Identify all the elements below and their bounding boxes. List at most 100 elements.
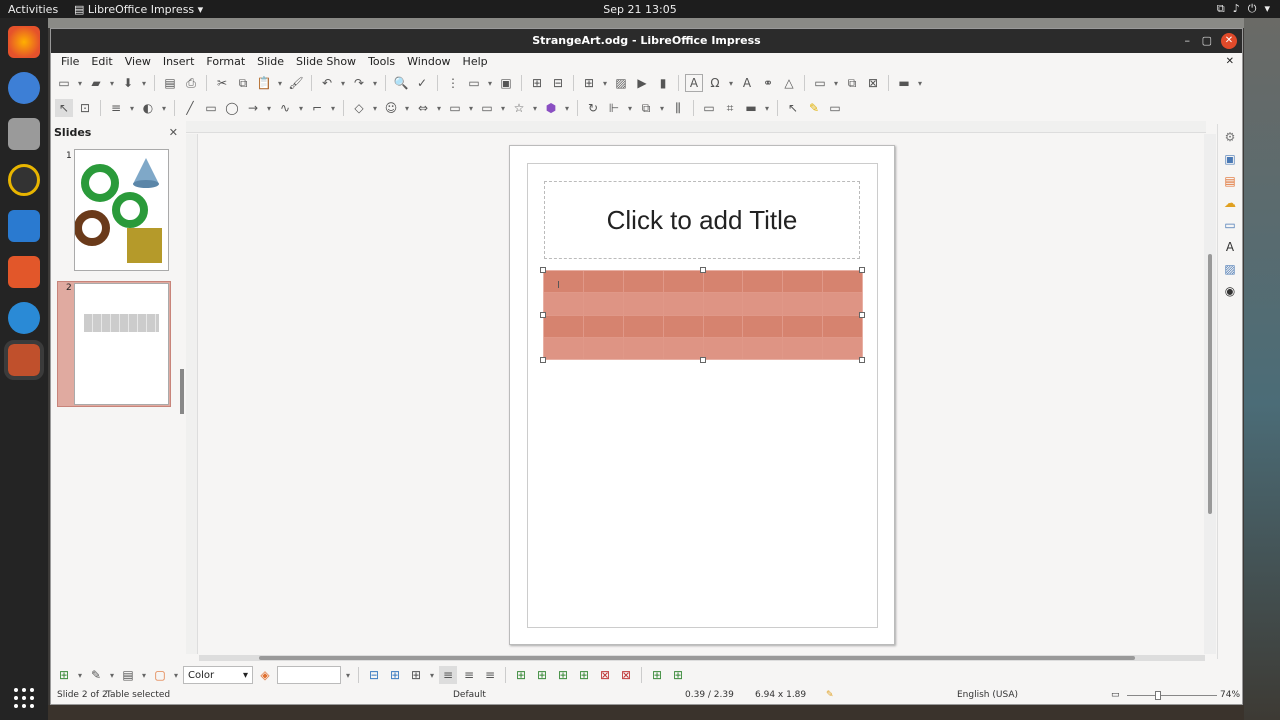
field-dropdown-icon[interactable]: ▾ <box>832 74 840 92</box>
table-cell[interactable] <box>544 337 583 359</box>
clone-formatting-icon[interactable]: 🖌 <box>287 74 305 92</box>
print-icon[interactable]: ⎙ <box>182 74 200 92</box>
resize-handle[interactable] <box>700 357 706 363</box>
table-icon[interactable]: ⊞ <box>55 666 73 684</box>
select-icon[interactable]: ↖ <box>55 99 73 117</box>
slide-thumbnail-2[interactable] <box>74 283 169 405</box>
table-cell[interactable] <box>823 315 862 337</box>
navigator-icon[interactable]: ◉ <box>1222 284 1238 300</box>
filter-icon[interactable]: ▬ <box>742 99 760 117</box>
table-cell[interactable] <box>783 337 823 359</box>
table-cell[interactable] <box>663 337 703 359</box>
connectors-icon[interactable]: ⌐ <box>308 99 326 117</box>
master-slide-icon[interactable]: ▣ <box>497 74 515 92</box>
align-icon[interactable]: ⊩ <box>605 99 623 117</box>
table-cell[interactable] <box>823 293 862 315</box>
show-draw-functions-icon[interactable]: △ <box>780 74 798 92</box>
table-properties-icon[interactable]: ⊞ <box>669 666 687 684</box>
fit-slide-icon[interactable]: ▭ <box>1111 690 1120 700</box>
image-icon[interactable]: ▨ <box>612 74 630 92</box>
menu-slide[interactable]: Slide <box>251 53 290 71</box>
menu-file[interactable]: File <box>55 53 85 71</box>
3d-dropdown-icon[interactable]: ▾ <box>563 99 571 117</box>
resize-handle[interactable] <box>540 267 546 273</box>
display-views-icon[interactable]: ▭ <box>465 74 483 92</box>
grid-icon[interactable]: ⋮ <box>444 74 462 92</box>
new-icon[interactable]: ▭ <box>55 74 73 92</box>
export-pdf-icon[interactable]: ▤ <box>161 74 179 92</box>
slide-thumbnail-1[interactable] <box>74 149 169 271</box>
redo-icon[interactable]: ↷ <box>350 74 368 92</box>
line-color-icon[interactable]: ≡ <box>107 99 125 117</box>
table-cell[interactable] <box>743 293 783 315</box>
menu-tools[interactable]: Tools <box>362 53 401 71</box>
open-icon[interactable]: ▰ <box>87 74 105 92</box>
insert-row-below-icon[interactable]: ⊞ <box>533 666 551 684</box>
thunderbird-icon[interactable] <box>8 72 40 104</box>
table-cell[interactable] <box>583 337 623 359</box>
chart-icon[interactable]: ▮ <box>654 74 672 92</box>
border-color-dropdown-icon[interactable]: ▾ <box>140 666 148 684</box>
table-cell[interactable] <box>703 315 743 337</box>
border-color-icon[interactable]: ▤ <box>119 666 137 684</box>
save-dropdown-icon[interactable]: ▾ <box>140 74 148 92</box>
impress-icon[interactable] <box>4 340 44 380</box>
border-style-icon[interactable]: ✎ <box>87 666 105 684</box>
optimize-dropdown-icon[interactable]: ▾ <box>428 666 436 684</box>
delete-column-icon[interactable]: ⊠ <box>617 666 635 684</box>
center-vertically-icon[interactable]: ≡ <box>460 666 478 684</box>
layout-dropdown-icon[interactable]: ▾ <box>916 74 924 92</box>
special-character-icon[interactable]: Ω <box>706 74 724 92</box>
ellipse-icon[interactable]: ◯ <box>223 99 241 117</box>
maximize-icon[interactable]: ▢ <box>1202 29 1212 53</box>
delete-slide-icon[interactable]: ⊠ <box>864 74 882 92</box>
show-apps-icon[interactable] <box>14 688 34 708</box>
table-cell[interactable] <box>783 315 823 337</box>
optimize-icon[interactable]: ⊞ <box>407 666 425 684</box>
insert-field-icon[interactable]: ▭ <box>811 74 829 92</box>
curves-dropdown-icon[interactable]: ▾ <box>297 99 305 117</box>
text-box-icon[interactable]: A <box>685 74 703 92</box>
firefox-icon[interactable] <box>8 26 40 58</box>
resize-handle[interactable] <box>859 312 865 318</box>
hyperlink-icon[interactable]: ⚭ <box>759 74 777 92</box>
close-pane-icon[interactable]: ✕ <box>169 126 178 139</box>
new-dropdown-icon[interactable]: ▾ <box>76 74 84 92</box>
paste-dropdown-icon[interactable]: ▾ <box>276 74 284 92</box>
fill-color-icon[interactable]: ◈ <box>256 666 274 684</box>
fontwork-icon[interactable]: A <box>738 74 756 92</box>
properties-icon[interactable]: ▣ <box>1222 152 1238 168</box>
table-cell[interactable] <box>703 271 743 293</box>
table-dropdown-icon[interactable]: ▾ <box>76 666 84 684</box>
align-top-icon[interactable]: ≡ <box>439 666 457 684</box>
paste-icon[interactable]: 📋 <box>255 74 273 92</box>
fill-color-dropdown-icon[interactable]: ▾ <box>160 99 168 117</box>
table-cell[interactable] <box>823 337 862 359</box>
table-cell[interactable] <box>623 271 663 293</box>
menu-window[interactable]: Window <box>401 53 456 71</box>
toggle-extrusion-icon[interactable]: ▭ <box>826 99 844 117</box>
fill-color-dropdown-icon[interactable]: ▾ <box>344 666 352 684</box>
resize-handle[interactable] <box>859 357 865 363</box>
table-cell[interactable] <box>623 337 663 359</box>
symbol-shapes-dropdown-icon[interactable]: ▾ <box>403 99 411 117</box>
zoom-level[interactable]: 74% <box>1220 690 1240 700</box>
fill-color-icon[interactable]: ◐ <box>139 99 157 117</box>
callouts-dropdown-icon[interactable]: ▾ <box>499 99 507 117</box>
symbol-shapes-icon[interactable]: ☺ <box>382 99 400 117</box>
horizontal-scrollbar[interactable] <box>199 655 1205 661</box>
table-cell[interactable] <box>743 337 783 359</box>
table-cell[interactable] <box>544 271 583 293</box>
language-status[interactable]: English (USA) <box>957 690 1018 700</box>
writer-icon[interactable] <box>8 210 40 242</box>
arrows-dropdown-icon[interactable]: ▾ <box>265 99 273 117</box>
crop-icon[interactable]: ⌗ <box>721 99 739 117</box>
area-style-select[interactable]: Color ▾ <box>183 666 253 684</box>
table-icon[interactable]: ⊞ <box>580 74 598 92</box>
menu-insert[interactable]: Insert <box>157 53 201 71</box>
title-placeholder[interactable]: Click to add Title <box>544 181 860 259</box>
table-cell[interactable] <box>623 293 663 315</box>
block-arrows-icon[interactable]: ⇔ <box>414 99 432 117</box>
views-dropdown-icon[interactable]: ▾ <box>486 74 494 92</box>
files-icon[interactable] <box>8 118 40 150</box>
